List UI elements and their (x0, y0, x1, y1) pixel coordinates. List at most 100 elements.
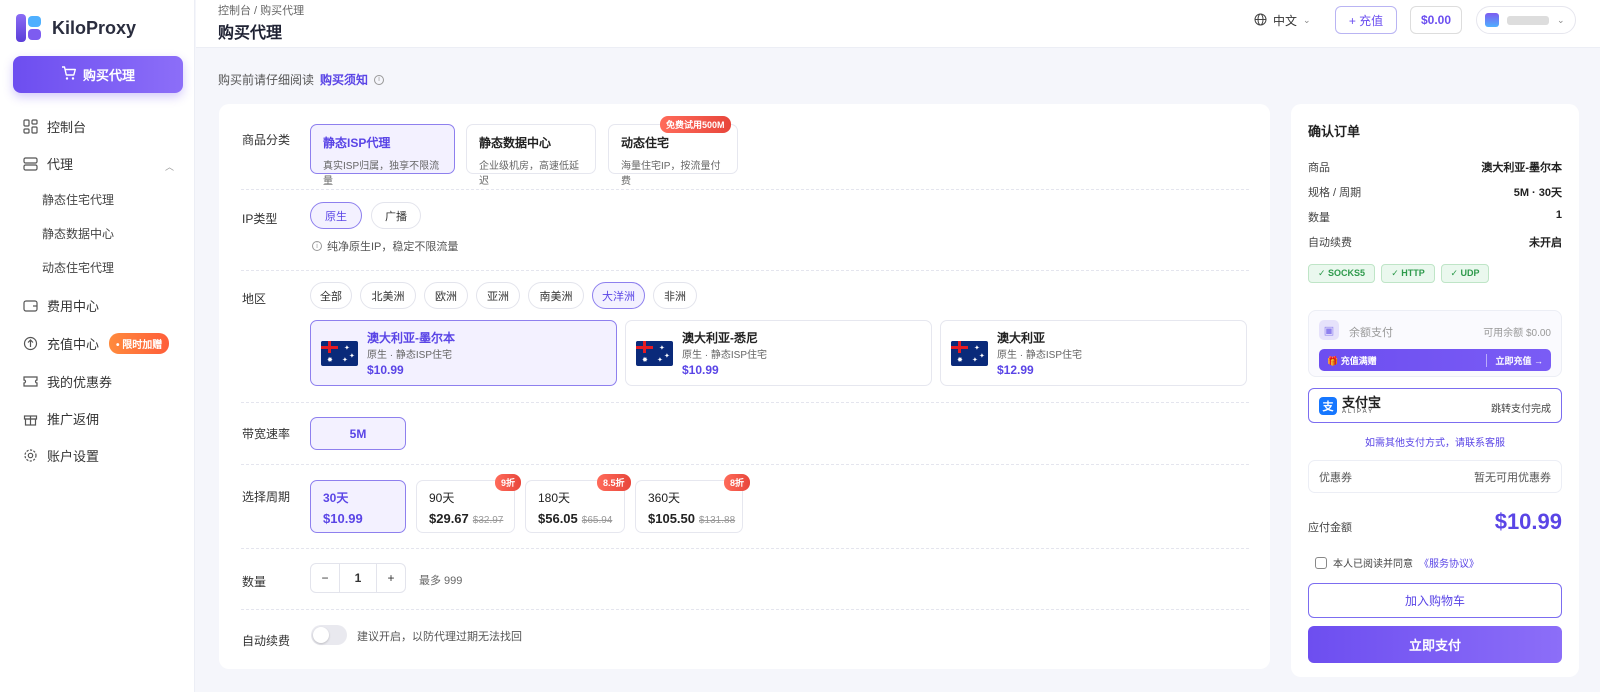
sidebar-subitem-dynamic-residential[interactable]: 动态住宅代理 (42, 259, 114, 276)
quantity-decrement-button[interactable]: − (311, 564, 339, 592)
region-card-sydney[interactable]: ✦ ✦ ✦ ✸ 澳大利亚-悉尼 原生 · 静态ISP住宅 $10.99 (625, 320, 932, 386)
ip-type-native[interactable]: 原生 (310, 202, 362, 229)
add-to-cart-button[interactable]: 加入购物车 (1308, 583, 1562, 618)
divider (241, 464, 1249, 465)
logo[interactable]: KiloProxy (16, 14, 136, 42)
australia-flag-icon: ✦ ✦ ✦ ✸ (636, 341, 673, 366)
region-label: 地区 (242, 292, 267, 306)
period-original-price: $32.97 (472, 515, 504, 526)
recharge-button[interactable]: + 充值 (1335, 6, 1397, 34)
sidebar-item-recharge[interactable]: 充值中心 (22, 334, 99, 353)
ip-type-hint: i 纯净原生IP，稳定不限流量 (312, 238, 458, 254)
auto-renew-toggle[interactable] (311, 625, 347, 645)
language-label: 中文 (1273, 14, 1298, 28)
username-redacted (1507, 15, 1549, 25)
payable-label: 应付金额 (1308, 522, 1352, 534)
continent-north-america[interactable]: 北美洲 (360, 282, 416, 309)
buy-proxy-button[interactable]: 购买代理 (13, 56, 183, 93)
divider (241, 609, 1249, 610)
continent-all[interactable]: 全部 (310, 282, 352, 309)
period-price-value: $10.99 (323, 511, 363, 526)
brand-name: KiloProxy (52, 17, 137, 38)
region-card-australia[interactable]: ✦ ✦ ✦ ✸ 澳大利亚 原生 · 静态ISP住宅 $12.99 (940, 320, 1247, 386)
category-label: 商品分类 (242, 133, 291, 147)
sidebar-item-dashboard[interactable]: 控制台 (22, 117, 86, 136)
recharge-now-link[interactable]: 立即充值 → (1486, 353, 1543, 367)
service-agreement-link[interactable]: 《服务协议》 (1419, 555, 1479, 570)
category-title: 动态住宅 (621, 136, 670, 150)
quantity-label: 数量 (242, 575, 267, 589)
sidebar-item-proxy[interactable]: 代理 (22, 154, 73, 173)
sidebar-subitem-static-residential[interactable]: 静态住宅代理 (42, 191, 114, 208)
ip-type-broadcast[interactable]: 广播 (371, 202, 421, 229)
user-menu[interactable]: ⌄ (1476, 6, 1576, 34)
category-desc: 企业级机房，高速低延迟 (479, 161, 579, 187)
avatar (1485, 13, 1499, 27)
period-original-price: $65.94 (581, 515, 613, 526)
logo-icon (16, 14, 42, 42)
balance-payment-option[interactable]: ▣ 余额支付 可用余额 $0.00 🎁 充值满赠 立即充值 → (1308, 310, 1562, 377)
quantity-input[interactable]: 1 (339, 564, 377, 592)
purchase-terms-link[interactable]: 购买须知 (320, 71, 368, 88)
discount-badge: 9折 (495, 474, 522, 491)
gift-icon (22, 411, 38, 427)
continent-asia[interactable]: 亚洲 (476, 282, 520, 309)
region-name: 澳大利亚 (997, 331, 1046, 345)
balance-display[interactable]: $0.00 (1410, 6, 1462, 34)
sidebar-item-coupons[interactable]: 我的优惠券 (22, 372, 112, 391)
region-desc: 原生 · 静态ISP住宅 (367, 350, 453, 361)
coupon-selector[interactable]: 优惠券 暂无可用优惠券 (1308, 460, 1562, 493)
sidebar-item-label: 代理 (47, 157, 74, 172)
sidebar-item-settings[interactable]: 账户设置 (22, 446, 99, 465)
continent-europe[interactable]: 欧洲 (424, 282, 468, 309)
language-selector[interactable]: 中文 ⌄ (1254, 12, 1311, 29)
order-title: 确认订单 (1308, 124, 1361, 139)
terms-agreement: 本人已阅读并同意 《服务协议》 (1315, 555, 1479, 570)
purchase-form: 商品分类 静态ISP代理 真实ISP归属，独享不限流量 静态数据中心 企业级机房… (219, 104, 1270, 669)
recharge-promo-banner[interactable]: 🎁 充值满赠 立即充值 → (1319, 349, 1551, 371)
quantity-increment-button[interactable]: + (377, 564, 405, 592)
dashboard-icon (22, 119, 38, 135)
info-icon[interactable]: i (374, 74, 385, 85)
chevron-down-icon: ⌄ (1557, 14, 1565, 25)
sidebar-subitem-static-datacenter[interactable]: 静态数据中心 (42, 225, 114, 242)
region-card-melbourne[interactable]: ✦ ✦ ✦ ✸ 澳大利亚-墨尔本 原生 · 静态ISP住宅 $10.99 (310, 320, 617, 386)
period-label: 选择周期 (242, 490, 291, 504)
free-trial-badge: 免费试用500M (660, 116, 731, 133)
category-static-isp[interactable]: 静态ISP代理 真实ISP归属，独享不限流量 (310, 124, 455, 187)
info-icon: i (312, 241, 322, 251)
continent-south-america[interactable]: 南美洲 (528, 282, 584, 309)
discount-badge: 8.5折 (597, 474, 631, 491)
wallet-icon: ▣ (1319, 320, 1339, 340)
terms-checkbox[interactable] (1315, 556, 1327, 569)
alipay-payment-option[interactable]: 支 支付宝 ALIPAY 跳转支付完成 (1308, 388, 1562, 423)
chevron-up-icon[interactable]: ︿ (165, 160, 174, 173)
pay-now-button[interactable]: 立即支付 (1308, 626, 1562, 663)
order-row-value: 未开启 (1529, 237, 1562, 249)
protocol-tag-socks5: ✓ SOCKS5 (1308, 264, 1375, 283)
server-icon (22, 156, 38, 172)
promo-label: 🎁 充值满赠 (1327, 355, 1377, 366)
australia-flag-icon: ✦ ✦ ✦ ✸ (951, 341, 988, 366)
bandwidth-option-5m[interactable]: 5M (310, 417, 406, 450)
divider (241, 189, 1249, 190)
gear-icon (22, 448, 38, 464)
period-days: 90天 (429, 491, 455, 505)
divider (241, 270, 1249, 271)
period-price: $29.67 $32.97 (429, 511, 504, 526)
divider (241, 548, 1249, 549)
period-original-price: $131.88 (699, 515, 736, 526)
globe-icon (1254, 13, 1267, 29)
sidebar-item-referral[interactable]: 推广返佣 (22, 409, 99, 428)
sidebar-item-label: 账户设置 (47, 449, 100, 464)
category-static-datacenter[interactable]: 静态数据中心 企业级机房，高速低延迟 (466, 124, 596, 187)
period-30-days[interactable]: 30天 $10.99 (310, 480, 406, 533)
breadcrumb[interactable]: 控制台 / 购买代理 (218, 2, 304, 18)
payable-amount: $10.99 (1494, 509, 1562, 534)
continent-africa[interactable]: 非洲 (653, 282, 697, 309)
sidebar-item-billing[interactable]: 费用中心 (22, 296, 99, 315)
protocol-tag-udp: ✓ UDP (1441, 264, 1489, 283)
continent-oceania[interactable]: 大洋洲 (592, 282, 645, 309)
contact-support-link[interactable]: 如需其他支付方式，请联系客服 (1308, 434, 1562, 449)
order-row-auto-renew: 自动续费 未开启 (1308, 234, 1562, 250)
